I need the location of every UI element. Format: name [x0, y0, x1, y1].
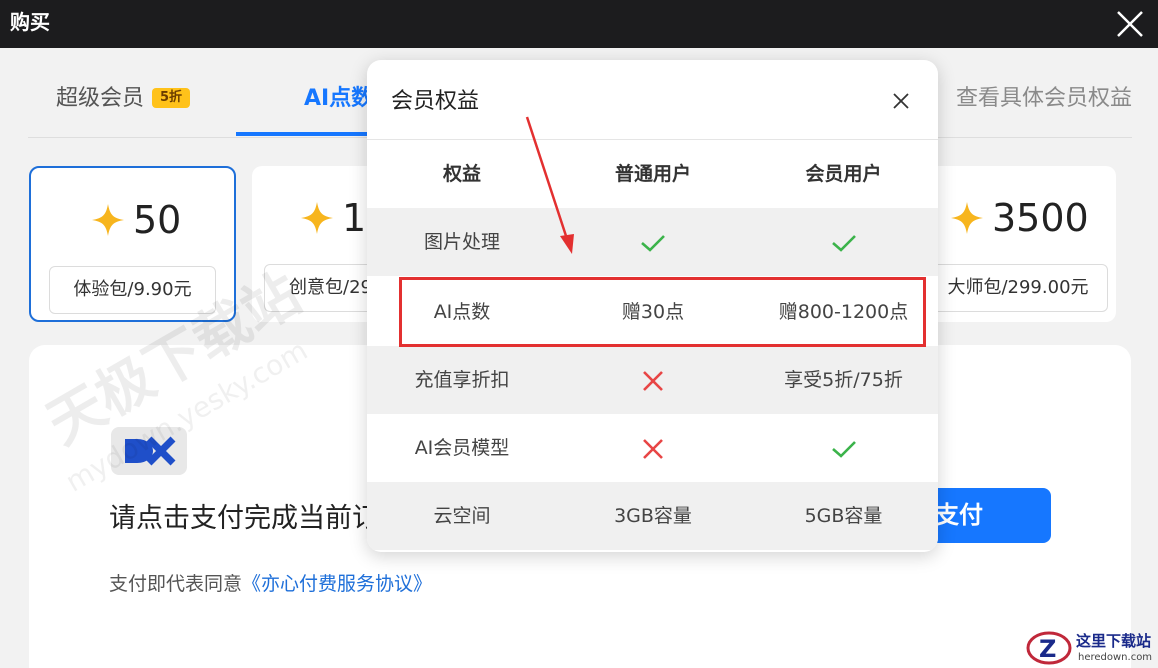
- package-amount: 1: [300, 196, 366, 240]
- normal-user-value: 3GB容量: [614, 505, 692, 527]
- table-row: 图片处理: [367, 208, 938, 276]
- benefit-name: 图片处理: [423, 231, 500, 253]
- package-amount: 50: [91, 198, 181, 242]
- svg-text:Z: Z: [1039, 635, 1056, 663]
- benefit-name: AI会员模型: [414, 437, 510, 459]
- member-user-value: 5GB容量: [804, 505, 883, 527]
- tab-super-vip-label: 超级会员: [56, 86, 145, 111]
- package-label: 大师包/299.00元: [928, 264, 1108, 312]
- member-user-value: 享受5折/75折: [784, 369, 903, 391]
- normal-user-value: [557, 208, 749, 276]
- package-amount: 3500: [950, 196, 1089, 240]
- modal-header: 会员权益: [367, 60, 938, 140]
- view-benefits-link[interactable]: 查看具体会员权益: [956, 84, 1132, 114]
- site-logo-icon: Z: [1026, 631, 1072, 665]
- annotation-highlight-box: [399, 277, 926, 347]
- check-icon: [831, 234, 856, 252]
- column-header: 权益: [442, 163, 481, 185]
- close-icon[interactable]: [889, 89, 913, 113]
- table-header-row: 权益 普通用户 会员用户: [367, 140, 938, 208]
- payment-prompt: 请点击支付完成当前订: [109, 503, 379, 534]
- window-title: 购买: [10, 10, 50, 34]
- discount-badge: 5折: [152, 88, 191, 108]
- table-row: 云空间 3GB容量 5GB容量: [367, 482, 938, 550]
- package-card-master[interactable]: 3500 大师包/299.00元: [920, 166, 1116, 322]
- site-watermark: Z 这里下载站 heredown.com: [1022, 628, 1158, 668]
- column-header: 会员用户: [805, 163, 882, 185]
- service-agreement-link[interactable]: 《亦心付费服务协议》: [242, 573, 432, 595]
- tab-ai-points[interactable]: AI点数: [304, 84, 373, 114]
- sparkle-icon: [92, 204, 124, 236]
- agreement-text: 支付即代表同意《亦心付费服务协议》: [109, 573, 433, 595]
- benefit-name: 充值享折扣: [414, 369, 510, 391]
- member-user-value: [749, 208, 938, 276]
- column-header: 普通用户: [614, 163, 691, 185]
- modal-title: 会员权益: [391, 89, 480, 114]
- benefit-name: 云空间: [433, 505, 491, 527]
- table-row: AI会员模型: [367, 414, 938, 482]
- cross-icon: [643, 370, 663, 391]
- sparkle-icon: [301, 202, 333, 234]
- normal-user-value: [557, 346, 749, 414]
- close-icon[interactable]: [1110, 4, 1150, 44]
- member-user-value: [749, 414, 938, 482]
- normal-user-value: [557, 414, 749, 482]
- sparkle-icon: [951, 202, 983, 234]
- table-row: 充值享折扣 享受5折/75折: [367, 346, 938, 414]
- watermark-site-name: 这里下载站: [1076, 632, 1152, 650]
- cross-icon: [643, 438, 663, 459]
- check-icon: [831, 440, 856, 458]
- tab-super-vip[interactable]: 超级会员 5折: [56, 84, 191, 114]
- title-bar: 购买: [0, 0, 1158, 48]
- check-icon: [641, 234, 665, 252]
- watermark-site-url: heredown.com: [1078, 652, 1153, 663]
